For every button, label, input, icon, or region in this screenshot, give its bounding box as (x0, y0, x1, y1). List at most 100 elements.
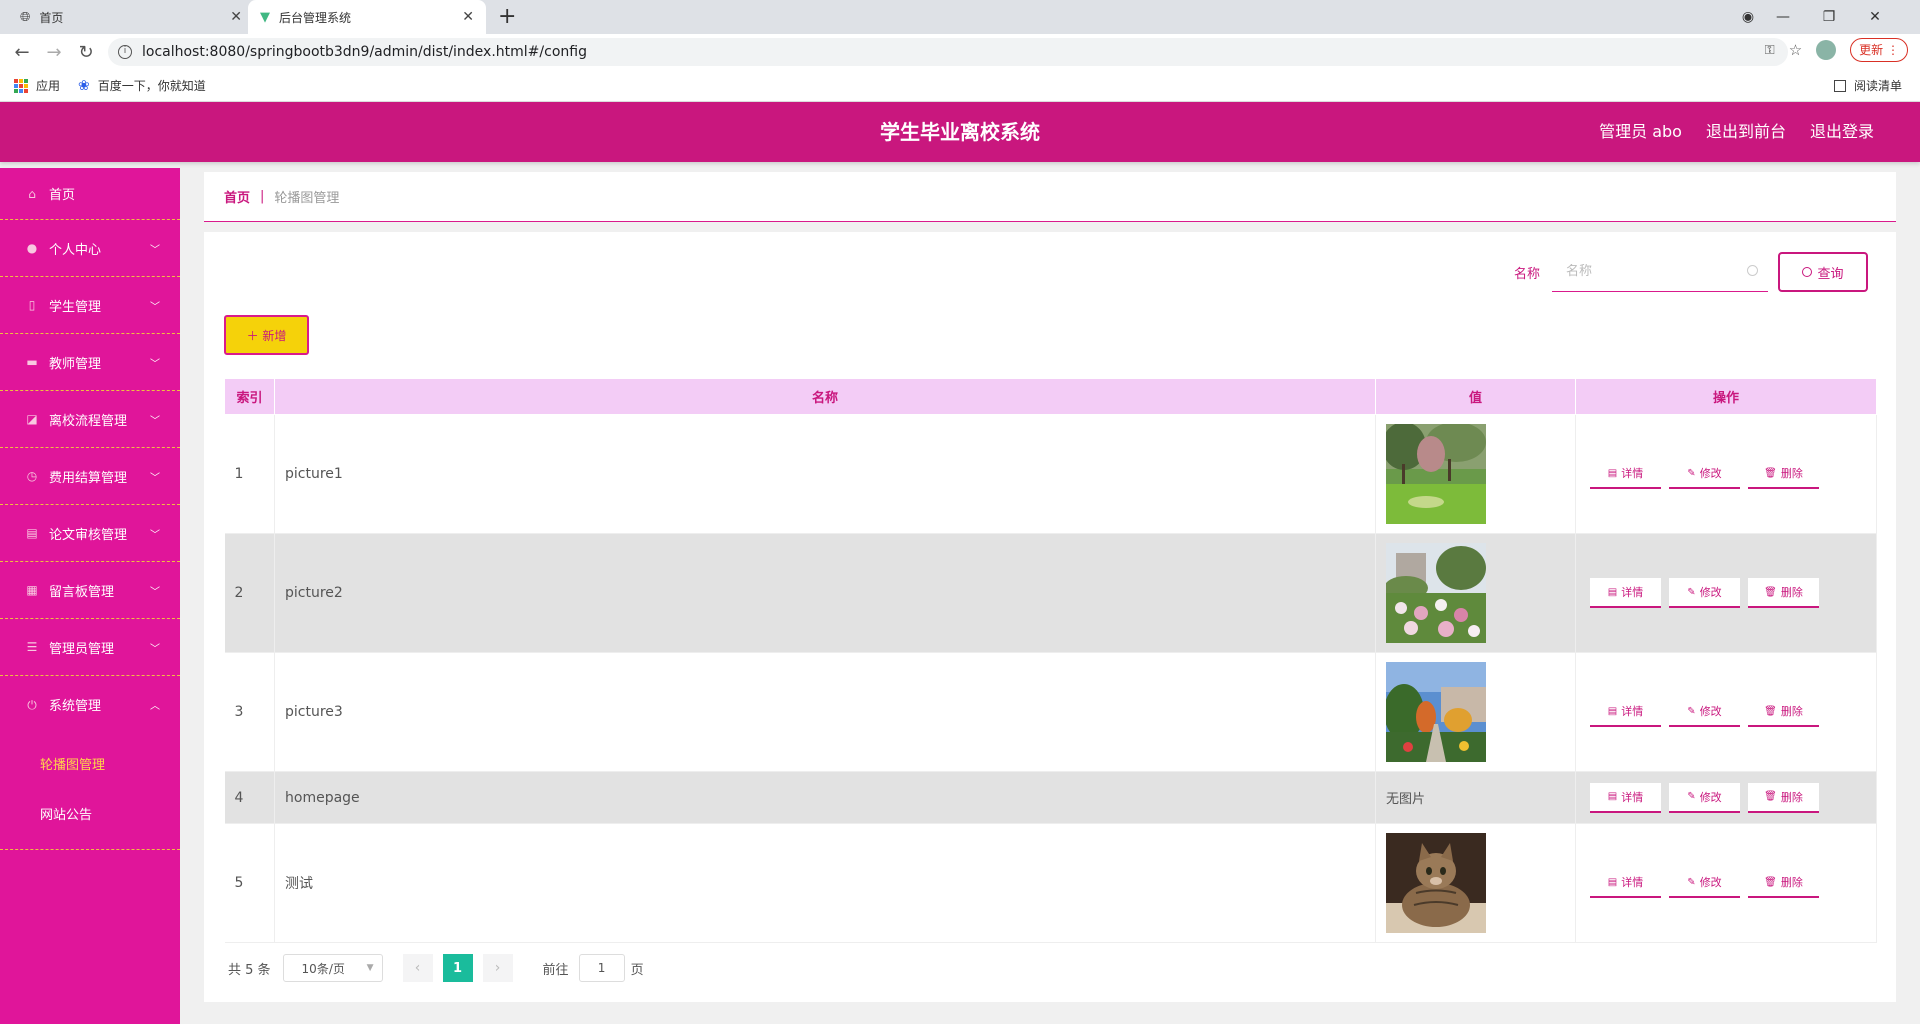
cell-actions: ▤ 详情 ✎ 修改 🗑︎ 删除 (1575, 652, 1877, 772)
chevron-down-icon: ﹀ (150, 586, 160, 598)
table-header-row: 索引 名称 值 操作 (224, 378, 1877, 415)
sidebar-item-label: 论文审核管理 (49, 527, 128, 543)
star-icon[interactable]: ☆ (1789, 41, 1802, 59)
power-icon: ⏻ (27, 697, 37, 712)
user-icon: ● (26, 241, 38, 255)
sidebar-item-profile[interactable]: ● 个人中心 ﹀ (0, 220, 180, 277)
document-icon: ▤ (1607, 705, 1618, 717)
site-info-icon[interactable]: i (118, 45, 132, 59)
exit-to-front-link[interactable]: 退出到前台 (1706, 102, 1786, 162)
close-tab-icon[interactable]: ✕ (230, 9, 242, 25)
cell-actions: ▤ 详情 ✎ 修改 🗑︎ 删除 (1575, 414, 1877, 534)
breadcrumb-home[interactable]: 首页 (224, 187, 250, 206)
column-header-name: 名称 (274, 378, 1376, 415)
query-button[interactable]: 查询 (1778, 252, 1868, 292)
browser-tab-home[interactable]: 🌐︎ 首页 ✕ (8, 0, 254, 34)
page-number-current[interactable]: 1 (442, 954, 473, 982)
delete-button[interactable]: 🗑︎ 删除 (1748, 578, 1819, 608)
flower-garden-image[interactable] (1386, 543, 1486, 643)
close-window-button[interactable]: ✕ (1852, 9, 1898, 25)
edit-button[interactable]: ✎ 修改 (1669, 697, 1740, 727)
detail-button[interactable]: ▤ 详情 (1590, 868, 1661, 898)
forward-button[interactable]: → (38, 42, 70, 63)
column-header-index: 索引 (224, 378, 275, 415)
delete-button[interactable]: 🗑︎ 删除 (1748, 782, 1819, 813)
carousel-table: 索引 名称 值 操作 1 picture1 ▤ 详情 ✎ 修改 🗑︎ 删除 2 … (224, 378, 1877, 943)
prev-page-button[interactable]: ‹ (402, 954, 433, 982)
next-page-button[interactable]: › (482, 954, 513, 982)
close-tab-icon[interactable]: ✕ (462, 9, 474, 25)
sidebar-item-admins[interactable]: ☰ 管理员管理 ﹀ (0, 619, 180, 676)
detail-button[interactable]: ▤ 详情 (1590, 459, 1661, 489)
delete-button[interactable]: 🗑︎ 删除 (1748, 459, 1819, 489)
content-panel: 名称 查询 ＋ 新增 索引 名称 值 操作 1 picture1 (204, 232, 1896, 1002)
bookmark-apps[interactable]: 应用 (14, 77, 60, 94)
edit-button[interactable]: ✎ 修改 (1669, 459, 1740, 489)
chevron-down-icon: ▼ (366, 963, 374, 973)
trash-icon: 🗑︎ (1764, 791, 1777, 802)
chevron-down-icon: ﹀ (150, 415, 160, 427)
new-tab-button[interactable]: + (498, 4, 516, 30)
cell-index: 1 (224, 414, 275, 534)
bookmark-baidu[interactable]: ❀ 百度一下，你就知道 (78, 77, 206, 94)
sidebar-item-fees[interactable]: ◷ 费用结算管理 ﹀ (0, 448, 180, 505)
sidebar-subitem-announcements[interactable]: 网站公告 (0, 791, 180, 841)
delete-button[interactable]: 🗑︎ 删除 (1748, 868, 1819, 898)
back-button[interactable]: ← (6, 42, 38, 63)
logout-link[interactable]: 退出登录 (1810, 102, 1874, 162)
cell-index: 5 (224, 823, 275, 943)
address-bar[interactable]: i localhost:8080/springbootb3dn9/admin/d… (108, 38, 1788, 66)
table-row: 3 picture3 ▤ 详情 ✎ 修改 🗑︎ 删除 (224, 652, 1877, 772)
edit-button[interactable]: ✎ 修改 (1669, 578, 1740, 608)
edit-button[interactable]: ✎ 修改 (1669, 868, 1740, 898)
minimize-button[interactable]: — (1760, 9, 1806, 25)
sidebar-item-teachers[interactable]: ▬ 教师管理 ﹀ (0, 334, 180, 391)
chevron-down-icon: ﹀ (150, 643, 160, 655)
sidebar-subitem-carousel[interactable]: 轮播图管理 (0, 741, 180, 791)
reading-list-button[interactable]: 阅读清单 (1833, 77, 1902, 94)
browser-tab-admin[interactable]: ▼ 后台管理系统 ✕ (248, 0, 486, 34)
sidebar-item-home[interactable]: ⌂ 首页 (0, 168, 180, 220)
edit-label: 修改 (1699, 876, 1722, 889)
edit-icon: ✎ (1687, 876, 1696, 888)
cell-index: 3 (224, 652, 275, 772)
detail-button[interactable]: ▤ 详情 (1590, 782, 1661, 813)
detail-button[interactable]: ▤ 详情 (1590, 697, 1661, 727)
goto-page-input[interactable]: 1 (578, 954, 625, 982)
restore-button[interactable]: ❐ (1806, 9, 1852, 25)
table-row: 4 homepage 无图片 ▤ 详情 ✎ 修改 🗑︎ 删除 (224, 771, 1877, 824)
tab-search-icon[interactable]: ◉ (1736, 9, 1760, 25)
add-button[interactable]: ＋ 新增 (224, 315, 309, 355)
edit-button[interactable]: ✎ 修改 (1669, 782, 1740, 813)
search-input[interactable] (1566, 264, 1736, 279)
cell-name: picture1 (274, 414, 1376, 534)
sidebar-item-leave-process[interactable]: ◪ 离校流程管理 ﹀ (0, 391, 180, 448)
sidebar-item-label: 教师管理 (49, 356, 102, 372)
park-lawn-image[interactable] (1386, 424, 1486, 524)
reload-button[interactable]: ↻ (70, 42, 102, 63)
profile-avatar[interactable] (1816, 40, 1837, 60)
chevron-down-icon: ﹀ (150, 529, 160, 541)
key-icon[interactable]: ⚿ (1765, 43, 1775, 58)
sidebar-item-system[interactable]: ⏻ 系统管理 ︿ (0, 676, 180, 733)
tabby-cat-image[interactable] (1386, 833, 1486, 933)
delete-label: 删除 (1780, 790, 1803, 804)
page-size-select[interactable]: 10条/页 ▼ (282, 954, 383, 982)
home-icon: ⌂ (28, 186, 36, 201)
clipboard-icon: ▤ (26, 526, 38, 540)
phone-icon: ▯ (28, 298, 36, 312)
cell-value (1375, 823, 1576, 943)
autumn-path-image[interactable] (1386, 662, 1486, 762)
browser-update-button[interactable]: 更新 ⋮ (1850, 38, 1908, 62)
sidebar-item-label: 个人中心 (49, 242, 102, 258)
detail-label: 详情 (1621, 705, 1644, 718)
detail-button[interactable]: ▤ 详情 (1590, 578, 1661, 608)
cell-name: picture3 (274, 652, 1376, 772)
detail-label: 详情 (1621, 790, 1644, 804)
sidebar-item-thesis[interactable]: ▤ 论文审核管理 ﹀ (0, 505, 180, 562)
sidebar-item-students[interactable]: ▯ 学生管理 ﹀ (0, 277, 180, 334)
delete-button[interactable]: 🗑︎ 删除 (1748, 697, 1819, 727)
sidebar-item-messages[interactable]: ▦ 留言板管理 ﹀ (0, 562, 180, 619)
total-count: 共 5 条 (228, 962, 271, 978)
sidebar-menu: ⌂ 首页 ● 个人中心 ﹀ ▯ 学生管理 ﹀ ▬ 教师管理 ﹀ ◪ 离校流程管理… (0, 168, 180, 1024)
